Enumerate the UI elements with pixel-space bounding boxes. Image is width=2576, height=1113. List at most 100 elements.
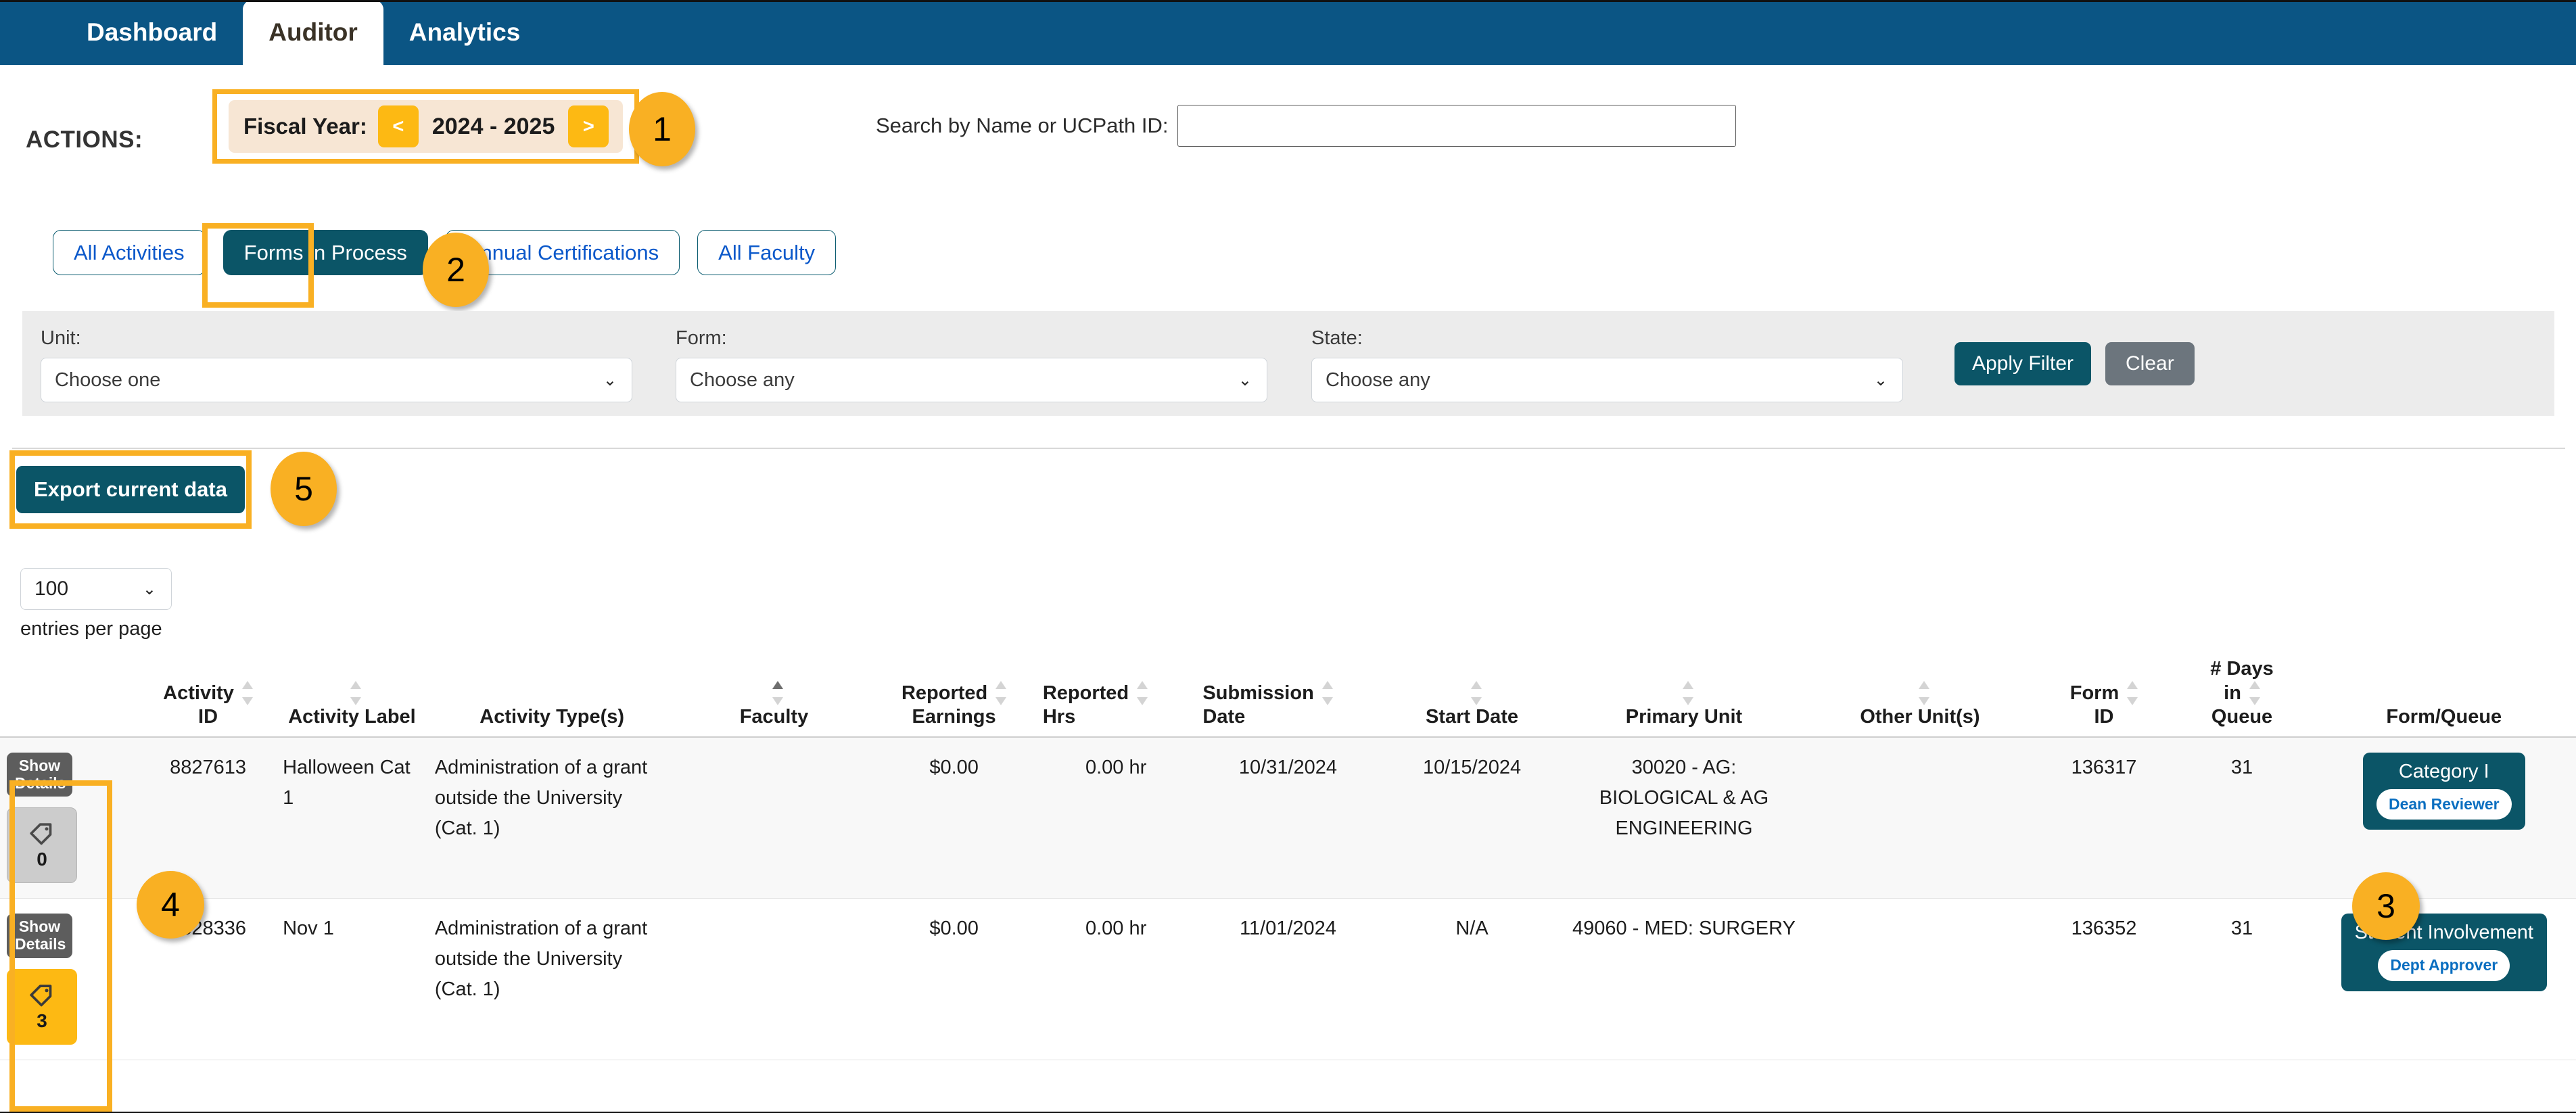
top-navigation: Dashboard Auditor Analytics [0, 0, 2576, 65]
fiscal-year-prev-button[interactable]: < [377, 105, 419, 147]
show-details-button[interactable]: Show Details [7, 914, 72, 958]
table-body: Show Details 0 8827613 Halloween Cat 1 A… [0, 736, 2576, 1060]
faculty-redacted-name [683, 753, 866, 804]
cell-reported-hrs: 0.00 hr [1035, 736, 1196, 899]
sort-icon[interactable] [241, 681, 253, 706]
nav-tab-analytics[interactable]: Analytics [383, 0, 546, 65]
entries-per-page-select[interactable]: 100 ⌄ [20, 568, 172, 610]
unit-filter-value: Choose one [55, 369, 161, 391]
col-form-id-line2: ID [2094, 706, 2114, 728]
cell-reported-earnings: $0.00 [872, 898, 1036, 1060]
row-actions-cell: Show Details 3 [0, 898, 140, 1060]
fiscal-year-label: Fiscal Year: [243, 114, 367, 139]
cell-activity-type: Administration of a grant outside the Un… [427, 898, 676, 1060]
actions-label: ACTIONS: [26, 126, 143, 153]
col-reported-hrs[interactable]: Reported Hrs [1035, 657, 1196, 738]
cell-primary-unit: 49060 - MED: SURGERY [1564, 898, 1804, 1060]
nav-tab-dashboard[interactable]: Dashboard [61, 0, 243, 65]
cell-submission-date: 10/31/2024 [1196, 736, 1380, 899]
table-header: Activity ID Activity Label Activity Type… [0, 657, 2576, 738]
col-days-line2: in [2224, 682, 2241, 704]
col-faculty-text: Faculty [739, 706, 809, 728]
cell-reported-hrs: 0.00 hr [1035, 898, 1196, 1060]
sort-icon[interactable] [2127, 681, 2138, 706]
cell-other-units [1804, 898, 2036, 1060]
col-days-line1: # Days [2210, 658, 2274, 680]
activities-table: Activity ID Activity Label Activity Type… [0, 657, 2576, 1060]
col-submission-date[interactable]: Submission Date [1196, 657, 1380, 738]
callout-3: 3 [2352, 872, 2420, 940]
col-activity-label[interactable]: Activity Label [276, 657, 428, 738]
apply-filter-button[interactable]: Apply Filter [1954, 342, 2092, 385]
clear-filter-button[interactable]: Clear [2105, 342, 2195, 385]
col-other-units[interactable]: Other Unit(s) [1804, 657, 2036, 738]
search-area: Search by Name or UCPath ID: [876, 105, 1737, 147]
state-filter-value: Choose any [1326, 369, 1430, 391]
form-filter-value: Choose any [690, 369, 795, 391]
col-submission-date-line1: Submission [1202, 682, 1314, 704]
sort-icon[interactable] [1321, 681, 1333, 706]
tab-all-faculty[interactable]: All Faculty [697, 230, 837, 275]
col-activity-id[interactable]: Activity ID [140, 657, 277, 738]
tag-count-button[interactable]: 3 [7, 968, 77, 1045]
queue-role: Dept Approver [2378, 950, 2510, 981]
state-filter-select[interactable]: Choose any ⌄ [1311, 358, 1903, 402]
cell-days-in-queue: 31 [2172, 898, 2312, 1060]
show-details-button[interactable]: Show Details [7, 752, 72, 797]
col-primary-unit[interactable]: Primary Unit [1564, 657, 1804, 738]
col-primary-unit-text: Primary Unit [1625, 706, 1743, 728]
state-filter-label: State: [1311, 327, 1363, 349]
fiscal-year-highlight: Fiscal Year: < 2024 - 2025 > [212, 89, 639, 164]
col-actions [0, 657, 140, 738]
cell-form-queue: Category I Dean Reviewer [2312, 736, 2576, 899]
tag-count-button[interactable]: 0 [7, 807, 77, 884]
export-current-data-button[interactable]: Export current data [16, 466, 245, 513]
queue-badge[interactable]: Category I Dean Reviewer [2362, 752, 2525, 830]
tag-count-value: 3 [37, 1010, 47, 1031]
col-reported-hrs-line2: Hrs [1042, 706, 1076, 728]
col-activity-type[interactable]: Activity Type(s) [427, 657, 676, 738]
state-filter-group: State: Choose any ⌄ [1311, 327, 1903, 402]
col-activity-type-text: Activity Type(s) [479, 706, 625, 728]
sort-icon[interactable] [1918, 681, 1929, 706]
form-filter-select[interactable]: Choose any ⌄ [676, 358, 1267, 402]
cell-activity-label: Nov 1 [276, 898, 428, 1060]
col-form-queue-text: Form/Queue [2386, 706, 2502, 728]
callout-1: 1 [629, 92, 695, 166]
row-actions-cell: Show Details 0 [0, 736, 140, 899]
top-border [0, 0, 2576, 2]
col-start-date[interactable]: Start Date [1380, 657, 1564, 738]
tab-all-activities[interactable]: All Activities [53, 230, 206, 275]
entries-per-page-value: 100 [34, 577, 69, 600]
nav-tab-auditor[interactable]: Auditor [243, 0, 383, 65]
sort-icon-active[interactable] [772, 681, 784, 706]
col-form-id[interactable]: Form ID [2036, 657, 2172, 738]
fiscal-year-control: Fiscal Year: < 2024 - 2025 > [229, 100, 623, 153]
sort-icon[interactable] [996, 681, 1007, 706]
col-faculty[interactable]: Faculty [676, 657, 872, 738]
tab-forms-in-process[interactable]: Forms in Process [223, 230, 428, 275]
col-reported-earnings-line1: Reported [901, 682, 988, 704]
cell-faculty [676, 736, 872, 899]
sort-icon[interactable] [1682, 681, 1693, 706]
fiscal-year-next-button[interactable]: > [568, 105, 609, 147]
col-reported-earnings[interactable]: Reported Earnings [872, 657, 1036, 738]
col-reported-earnings-line2: Earnings [912, 706, 996, 728]
cell-reported-earnings: $0.00 [872, 736, 1036, 899]
sort-icon[interactable] [1470, 681, 1482, 706]
entries-per-page-label: entries per page [20, 618, 162, 640]
col-days-in-queue[interactable]: # Days in Queue [2172, 657, 2312, 738]
sort-icon[interactable] [350, 681, 362, 706]
cell-start-date: 10/15/2024 [1380, 736, 1564, 899]
callout-2: 2 [423, 233, 489, 307]
unit-filter-select[interactable]: Choose one ⌄ [41, 358, 632, 402]
col-form-queue: Form/Queue [2312, 657, 2576, 738]
search-input[interactable] [1177, 105, 1737, 147]
col-start-date-text: Start Date [1426, 706, 1519, 728]
section-divider [12, 448, 2565, 449]
cell-activity-type: Administration of a grant outside the Un… [427, 736, 676, 899]
cell-faculty [676, 898, 872, 1060]
sort-icon[interactable] [2249, 681, 2260, 706]
sort-icon[interactable] [1137, 681, 1148, 706]
view-tabs: All Activities Forms in Process Annual C… [0, 230, 837, 275]
